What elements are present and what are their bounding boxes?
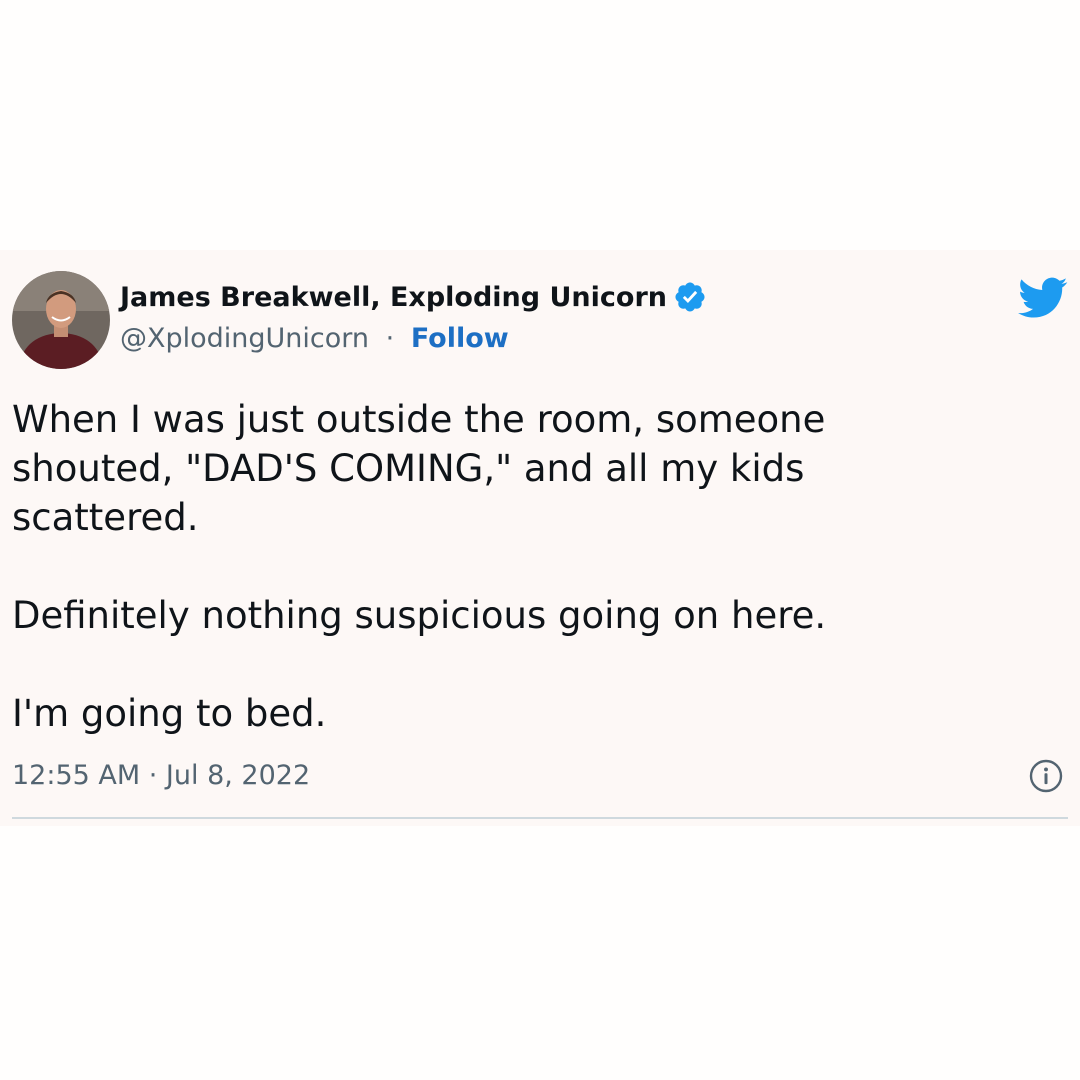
verified-badge-icon: [673, 280, 707, 314]
separator-dot: ·: [385, 323, 395, 354]
twitter-bird-icon[interactable]: [1018, 272, 1068, 322]
page: James Breakwell, Exploding Unicorn @Xplo…: [0, 0, 1080, 1080]
tweet-paragraph: Definitely nothing suspicious going on h…: [12, 594, 827, 637]
tweet-paragraph: I'm going to bed.: [12, 692, 327, 735]
author-avatar[interactable]: [12, 271, 110, 369]
display-name-row: James Breakwell, Exploding Unicorn: [120, 280, 707, 314]
tweet-text: When I was just outside the room, someon…: [12, 395, 972, 738]
tweet-card: James Breakwell, Exploding Unicorn @Xplo…: [0, 250, 1080, 826]
handle-row: @XplodingUnicorn · Follow: [120, 323, 509, 354]
tweet-paragraph: When I was just outside the room, someon…: [12, 398, 826, 539]
author-display-name[interactable]: James Breakwell, Exploding Unicorn: [120, 282, 667, 313]
divider: [12, 817, 1068, 819]
avatar-image: [12, 271, 110, 369]
author-handle[interactable]: @XplodingUnicorn: [120, 323, 369, 354]
info-icon[interactable]: [1028, 758, 1064, 794]
tweet-timestamp[interactable]: 12:55 AM · Jul 8, 2022: [12, 760, 310, 791]
follow-button[interactable]: Follow: [411, 323, 509, 354]
